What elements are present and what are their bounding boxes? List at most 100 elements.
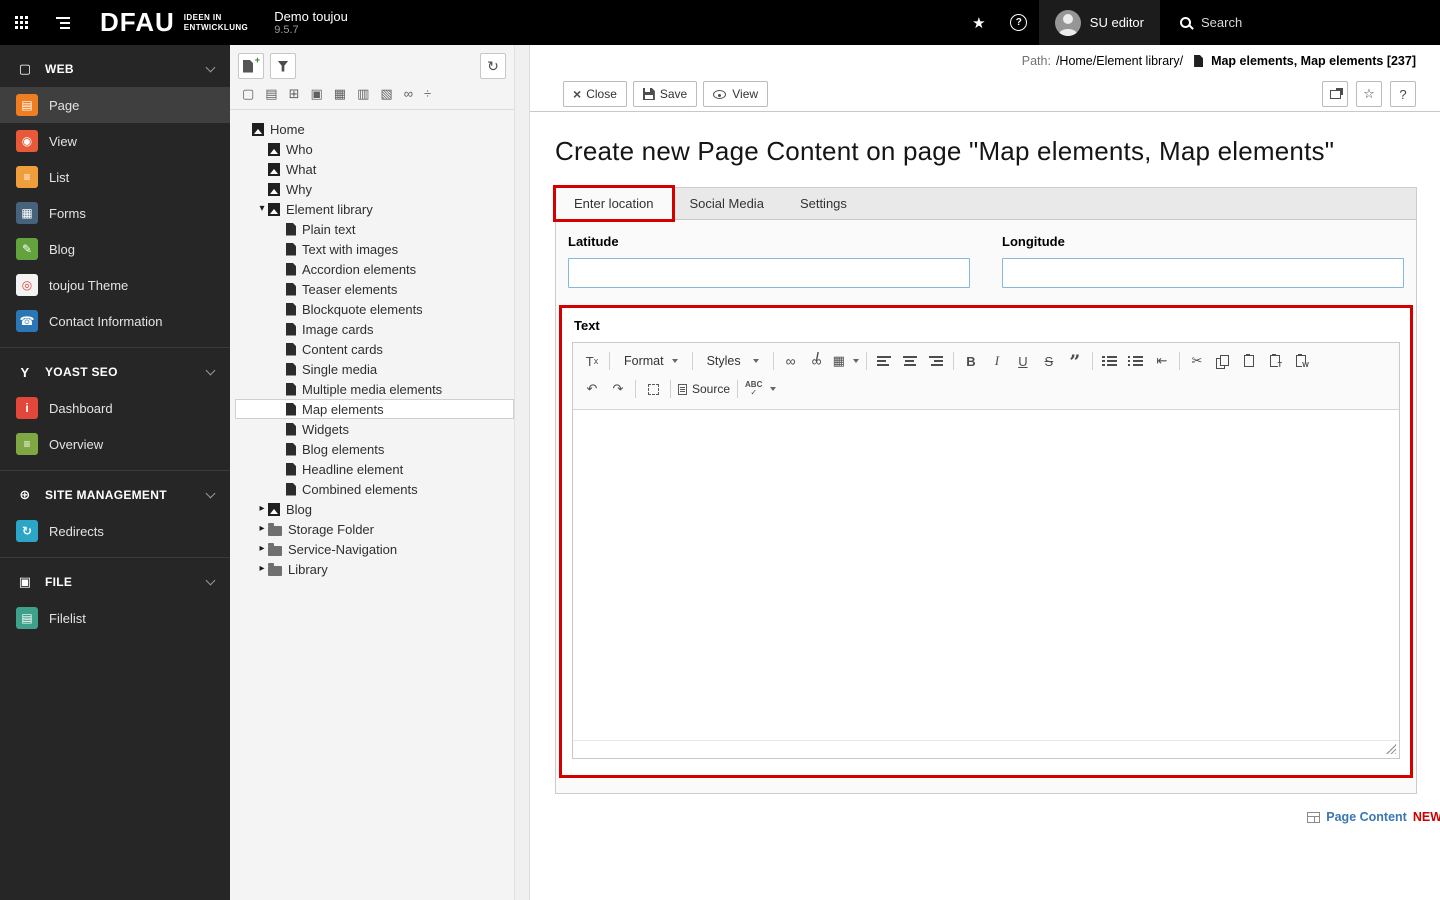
expander-icon[interactable]: [256, 504, 268, 514]
pagetree-node[interactable]: Service-Navigation: [230, 539, 514, 559]
pagetree-node[interactable]: Image cards: [230, 319, 514, 339]
table-button[interactable]: ▦: [830, 349, 862, 373]
styles-dropdown[interactable]: Styles: [697, 354, 769, 368]
global-search[interactable]: Search: [1160, 0, 1440, 45]
chevron-down-icon[interactable]: [205, 575, 216, 585]
underline-button[interactable]: U: [1010, 349, 1036, 373]
pagetree-node[interactable]: Single media: [230, 359, 514, 379]
sidebar-section-header-web[interactable]: ▢ WEB: [0, 51, 230, 87]
modules-grid-button[interactable]: [0, 0, 42, 45]
drag-mount-point-icon[interactable]: ▣: [311, 87, 323, 100]
pagetree-node[interactable]: Blog elements: [230, 439, 514, 459]
sidebar-item-page[interactable]: ▤ Page: [0, 87, 230, 123]
pagetree-node[interactable]: What: [230, 159, 514, 179]
remove-format-button[interactable]: Tx: [579, 349, 605, 373]
chevron-down-icon[interactable]: [205, 365, 216, 375]
cut-button[interactable]: ✂: [1184, 349, 1210, 373]
sidebar-section-header-yoast[interactable]: Y YOAST SEO: [0, 354, 230, 390]
latitude-input[interactable]: [568, 258, 970, 288]
expander-icon[interactable]: [256, 544, 268, 554]
pagetree-node[interactable]: Plain text: [230, 219, 514, 239]
undo-button[interactable]: ↶: [579, 377, 605, 401]
pagetree-node[interactable]: Blockquote elements: [230, 299, 514, 319]
pagetree-node[interactable]: Content cards: [230, 339, 514, 359]
pagetree-node[interactable]: Map elements: [235, 399, 514, 419]
pagetree-node[interactable]: Why: [230, 179, 514, 199]
help-button[interactable]: ?: [999, 0, 1039, 45]
sidebar-item-list[interactable]: ≡ List: [0, 159, 230, 195]
align-center-button[interactable]: [897, 349, 923, 373]
pagetree-node[interactable]: Headline element: [230, 459, 514, 479]
rte-content-area[interactable]: [573, 410, 1399, 740]
drag-recycler-icon[interactable]: ▧: [380, 87, 392, 100]
sidebar-item-view[interactable]: ◉ View: [0, 123, 230, 159]
ordered-list-button[interactable]: [1097, 349, 1123, 373]
pagetree-node[interactable]: Element library: [230, 199, 514, 219]
new-page-button[interactable]: +: [238, 53, 264, 79]
tab-enter-location[interactable]: Enter location: [556, 188, 672, 219]
open-in-new-window-button[interactable]: [1322, 81, 1348, 107]
sidebar-item-overview[interactable]: ≡ Overview: [0, 426, 230, 462]
sidebar-section-header-file[interactable]: ▣ FILE: [0, 564, 230, 600]
sidebar-item-contact-information[interactable]: ☎ Contact Information: [0, 303, 230, 339]
sidebar-item-toujou-theme[interactable]: ◎ toujou Theme: [0, 267, 230, 303]
save-button[interactable]: Save: [632, 81, 698, 107]
pagetree-node[interactable]: Combined elements: [230, 479, 514, 499]
select-all-button[interactable]: [640, 377, 666, 401]
outdent-button[interactable]: ⇤: [1149, 349, 1175, 373]
sidebar-item-forms[interactable]: ▦ Forms: [0, 195, 230, 231]
sidebar-item-redirects[interactable]: ↻ Redirects: [0, 513, 230, 549]
pagetree-node[interactable]: Teaser elements: [230, 279, 514, 299]
spellcheck-button[interactable]: ABC ✓: [742, 377, 779, 401]
bookmarks-button[interactable]: ★: [959, 0, 999, 45]
chevron-down-icon[interactable]: [205, 62, 216, 72]
pagetree-node[interactable]: Library: [230, 559, 514, 579]
paste-as-text-button[interactable]: [1262, 349, 1288, 373]
longitude-input[interactable]: [1002, 258, 1404, 288]
expander-icon[interactable]: [256, 524, 268, 534]
resize-handle[interactable]: [1386, 744, 1396, 754]
strikethrough-button[interactable]: S: [1036, 349, 1062, 373]
drag-link-icon[interactable]: ∞: [404, 87, 413, 100]
expander-icon[interactable]: [256, 204, 268, 214]
pagetree-node[interactable]: Multiple media elements: [230, 379, 514, 399]
pagetree-node[interactable]: Who: [230, 139, 514, 159]
tab-settings[interactable]: Settings: [782, 188, 865, 219]
sidebar-item-blog[interactable]: ✎ Blog: [0, 231, 230, 267]
panel-splitter[interactable]: [515, 45, 530, 900]
new-record-type[interactable]: Page Content: [1326, 810, 1407, 824]
paste-from-word-button[interactable]: [1288, 349, 1314, 373]
format-dropdown[interactable]: Format: [614, 354, 688, 368]
align-right-button[interactable]: [923, 349, 949, 373]
pagetree-node[interactable]: Text with images: [230, 239, 514, 259]
chevron-down-icon[interactable]: [205, 488, 216, 498]
pagetree-node[interactable]: Widgets: [230, 419, 514, 439]
blockquote-button[interactable]: [1062, 349, 1088, 373]
sidebar-item-dashboard[interactable]: i Dashboard: [0, 390, 230, 426]
bold-button[interactable]: B: [958, 349, 984, 373]
unlink-button[interactable]: ∞: [804, 349, 830, 373]
paste-button[interactable]: [1236, 349, 1262, 373]
refresh-tree-button[interactable]: ↻: [480, 53, 506, 79]
bullet-list-button[interactable]: [1123, 349, 1149, 373]
drag-spacer-icon[interactable]: ▦: [334, 87, 346, 100]
link-button[interactable]: ∞: [778, 349, 804, 373]
close-button[interactable]: × Close: [563, 81, 627, 107]
drag-divider-icon[interactable]: ÷: [424, 87, 431, 100]
source-button[interactable]: Source: [675, 377, 733, 401]
sidebar-item-filelist[interactable]: ▤ Filelist: [0, 600, 230, 636]
pagetree-node[interactable]: Storage Folder: [230, 519, 514, 539]
pagetree-node[interactable]: Home: [230, 119, 514, 139]
drag-new-page-icon[interactable]: ▢: [242, 87, 254, 100]
italic-button[interactable]: I: [984, 349, 1010, 373]
drag-folder-icon[interactable]: ▥: [357, 87, 369, 100]
pagetree-node[interactable]: Blog: [230, 499, 514, 519]
copy-button[interactable]: [1210, 349, 1236, 373]
align-left-button[interactable]: [871, 349, 897, 373]
bookmark-button[interactable]: ☆: [1356, 81, 1382, 107]
context-help-button[interactable]: ?: [1390, 81, 1416, 107]
drag-shortcut-icon[interactable]: ⊞: [289, 87, 300, 100]
sidebar-section-header-site-management[interactable]: ⊕ SITE MANAGEMENT: [0, 477, 230, 513]
toggle-navigation-button[interactable]: [42, 0, 84, 45]
filter-button[interactable]: [270, 53, 296, 79]
